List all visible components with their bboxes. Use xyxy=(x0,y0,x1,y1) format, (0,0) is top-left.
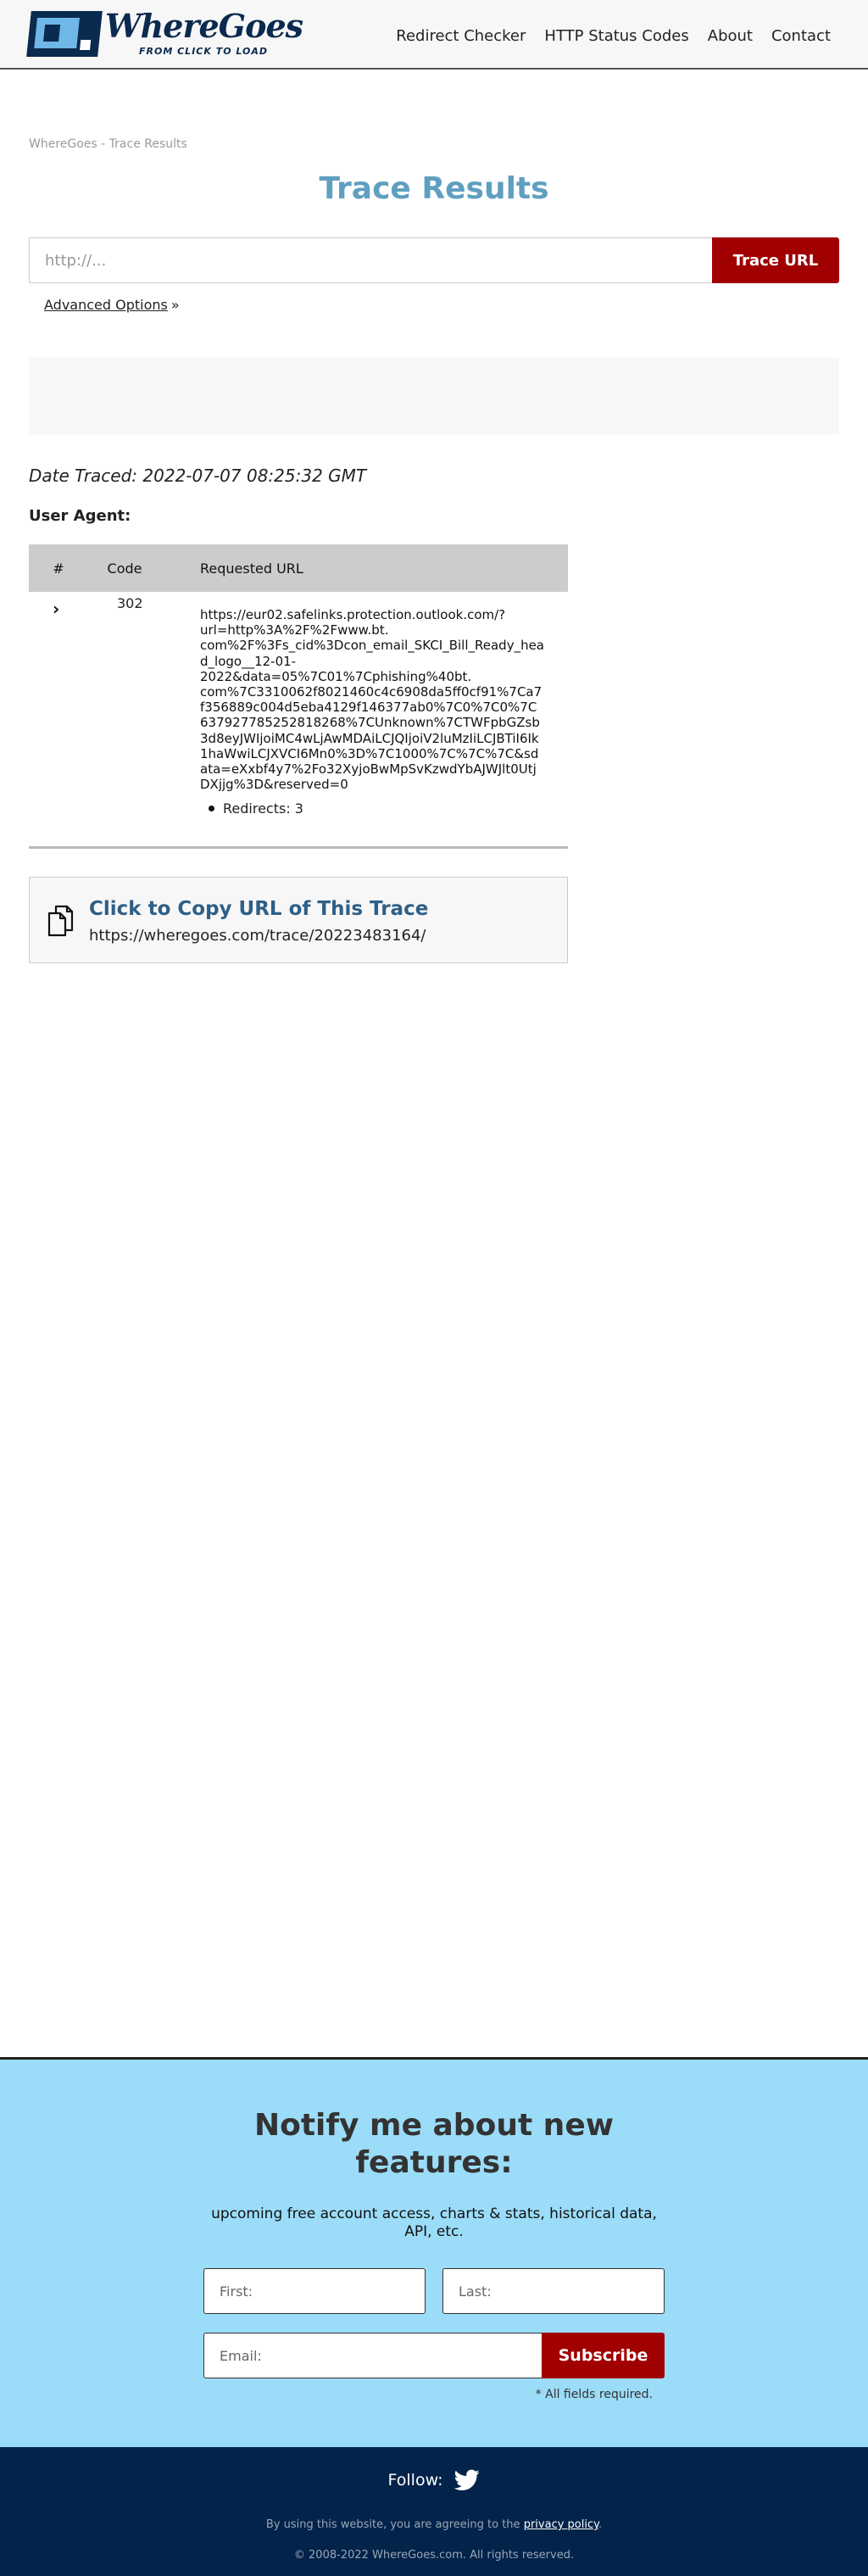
url-line: 3d8eyJWIjoiMC4wLjAwMDAiLCJQIjoiV2luMzIiL… xyxy=(200,730,539,746)
site-header: WhereGoes FROM CLICK TO LOAD Redirect Ch… xyxy=(0,0,868,70)
trace-table: # Code Requested URL › 302 https://eur02… xyxy=(29,544,568,870)
nav-redirect-checker[interactable]: Redirect Checker xyxy=(396,27,526,45)
column-header-number: # xyxy=(53,560,64,577)
privacy-policy-link[interactable]: privacy policy xyxy=(524,2518,598,2531)
logo-name: WhereGoes xyxy=(105,7,303,45)
status-code: 302 xyxy=(117,595,143,611)
copy-trace-title: Click to Copy URL of This Trace xyxy=(89,898,429,920)
twitter-icon[interactable] xyxy=(454,2469,480,2491)
trace-url: https://wheregoes.com/trace/20223483164/ xyxy=(89,927,426,945)
nav-about[interactable]: About xyxy=(708,27,753,45)
trace-url-button[interactable]: Trace URL xyxy=(712,237,839,283)
table-header: # Code Requested URL xyxy=(29,544,568,592)
subscribe-button[interactable]: Subscribe xyxy=(542,2333,665,2378)
redirects-count: Redirects: 3 xyxy=(209,800,303,817)
url-input[interactable] xyxy=(29,237,712,283)
copy-icon xyxy=(47,905,74,937)
requested-url: https://eur02.safelinks.protection.outlo… xyxy=(200,607,573,792)
column-header-url: Requested URL xyxy=(200,560,303,577)
url-line: 2022&data=05%7C01%7Cphishing%40bt. xyxy=(200,668,472,684)
site-footer: Follow: By using this website, you are a… xyxy=(0,2447,868,2576)
nav-http-status-codes[interactable]: HTTP Status Codes xyxy=(544,27,688,45)
url-line: com%2F%3Fs_cid%3Dcon_email_SKCI_Bill_Rea… xyxy=(200,638,545,654)
url-line: com%7C3310062f8021460c4c6908da5ff0cf91%7… xyxy=(200,684,542,700)
url-line: url=http%3A%2F%2Fwww.bt. xyxy=(200,622,389,638)
follow-label: Follow: xyxy=(387,2471,443,2490)
site-logo[interactable]: WhereGoes FROM CLICK TO LOAD xyxy=(26,7,303,57)
url-line: DXjjg%3D&reserved=0 xyxy=(200,777,348,793)
notify-section: Notify me about new features: upcoming f… xyxy=(0,2057,868,2447)
url-line: 637927785252818268%7CUnknown%7CTWFpbGZsb xyxy=(200,715,540,731)
logo-mark-icon xyxy=(26,10,103,57)
chevron-right-icon: » xyxy=(170,297,180,313)
table-row: › 302 https://eur02.safelinks.protection… xyxy=(29,592,568,870)
table-divider xyxy=(29,846,568,849)
breadcrumb: WhereGoes - Trace Results xyxy=(29,137,187,151)
page-title: Trace Results xyxy=(319,171,549,206)
url-line: ata=eXxbf4y7%2Fo32XyjoBwMpSvKzwdYbAJWJlt… xyxy=(200,761,537,778)
url-line: https://eur02.safelinks.protection.outlo… xyxy=(200,607,506,622)
copyright: © 2008-2022 WhereGoes.com. All rights re… xyxy=(293,2549,575,2562)
bullet-icon xyxy=(209,806,214,811)
notify-subtitle: upcoming free account access, charts & s… xyxy=(211,2205,657,2240)
last-name-field[interactable] xyxy=(442,2268,665,2314)
terms-text: By using this website, you are agreeing … xyxy=(0,2518,868,2531)
terms-suffix: . xyxy=(598,2518,603,2531)
url-line: 1haWwiLCJXVCI6Mn0%3D%7C1000%7C%7C%7C&sd xyxy=(200,745,539,761)
email-field[interactable] xyxy=(203,2333,542,2378)
terms-prefix: By using this website, you are agreeing … xyxy=(265,2518,520,2531)
logo-tagline: FROM CLICK TO LOAD xyxy=(139,46,269,57)
url-line: d_logo__12-01- xyxy=(200,653,297,669)
user-agent-label: User Agent: xyxy=(29,507,131,525)
nav-contact[interactable]: Contact xyxy=(771,27,831,45)
first-name-field[interactable] xyxy=(203,2268,426,2314)
expand-row-icon[interactable]: › xyxy=(53,599,59,619)
date-traced: Date Traced: 2022-07-07 08:25:32 GMT xyxy=(29,466,367,486)
redirects-label: Redirects: 3 xyxy=(223,800,303,817)
column-header-code: Code xyxy=(107,560,142,577)
advanced-options-toggle[interactable]: Advanced Options » xyxy=(44,297,180,313)
copy-trace-url-box[interactable]: Click to Copy URL of This Trace https://… xyxy=(29,877,568,963)
follow-row: Follow: xyxy=(0,2469,868,2491)
notify-title: Notify me about new features: xyxy=(253,2108,614,2180)
url-line: f356889c004d5eba4129f146377ab0%7C0%7C0%7… xyxy=(200,700,537,716)
trace-form: Trace URL xyxy=(29,237,839,283)
ad-placeholder xyxy=(29,358,839,434)
required-note: * All fields required. xyxy=(535,2388,653,2401)
advanced-options-label: Advanced Options xyxy=(44,297,168,313)
main-nav: Redirect Checker HTTP Status Codes About… xyxy=(396,27,831,45)
